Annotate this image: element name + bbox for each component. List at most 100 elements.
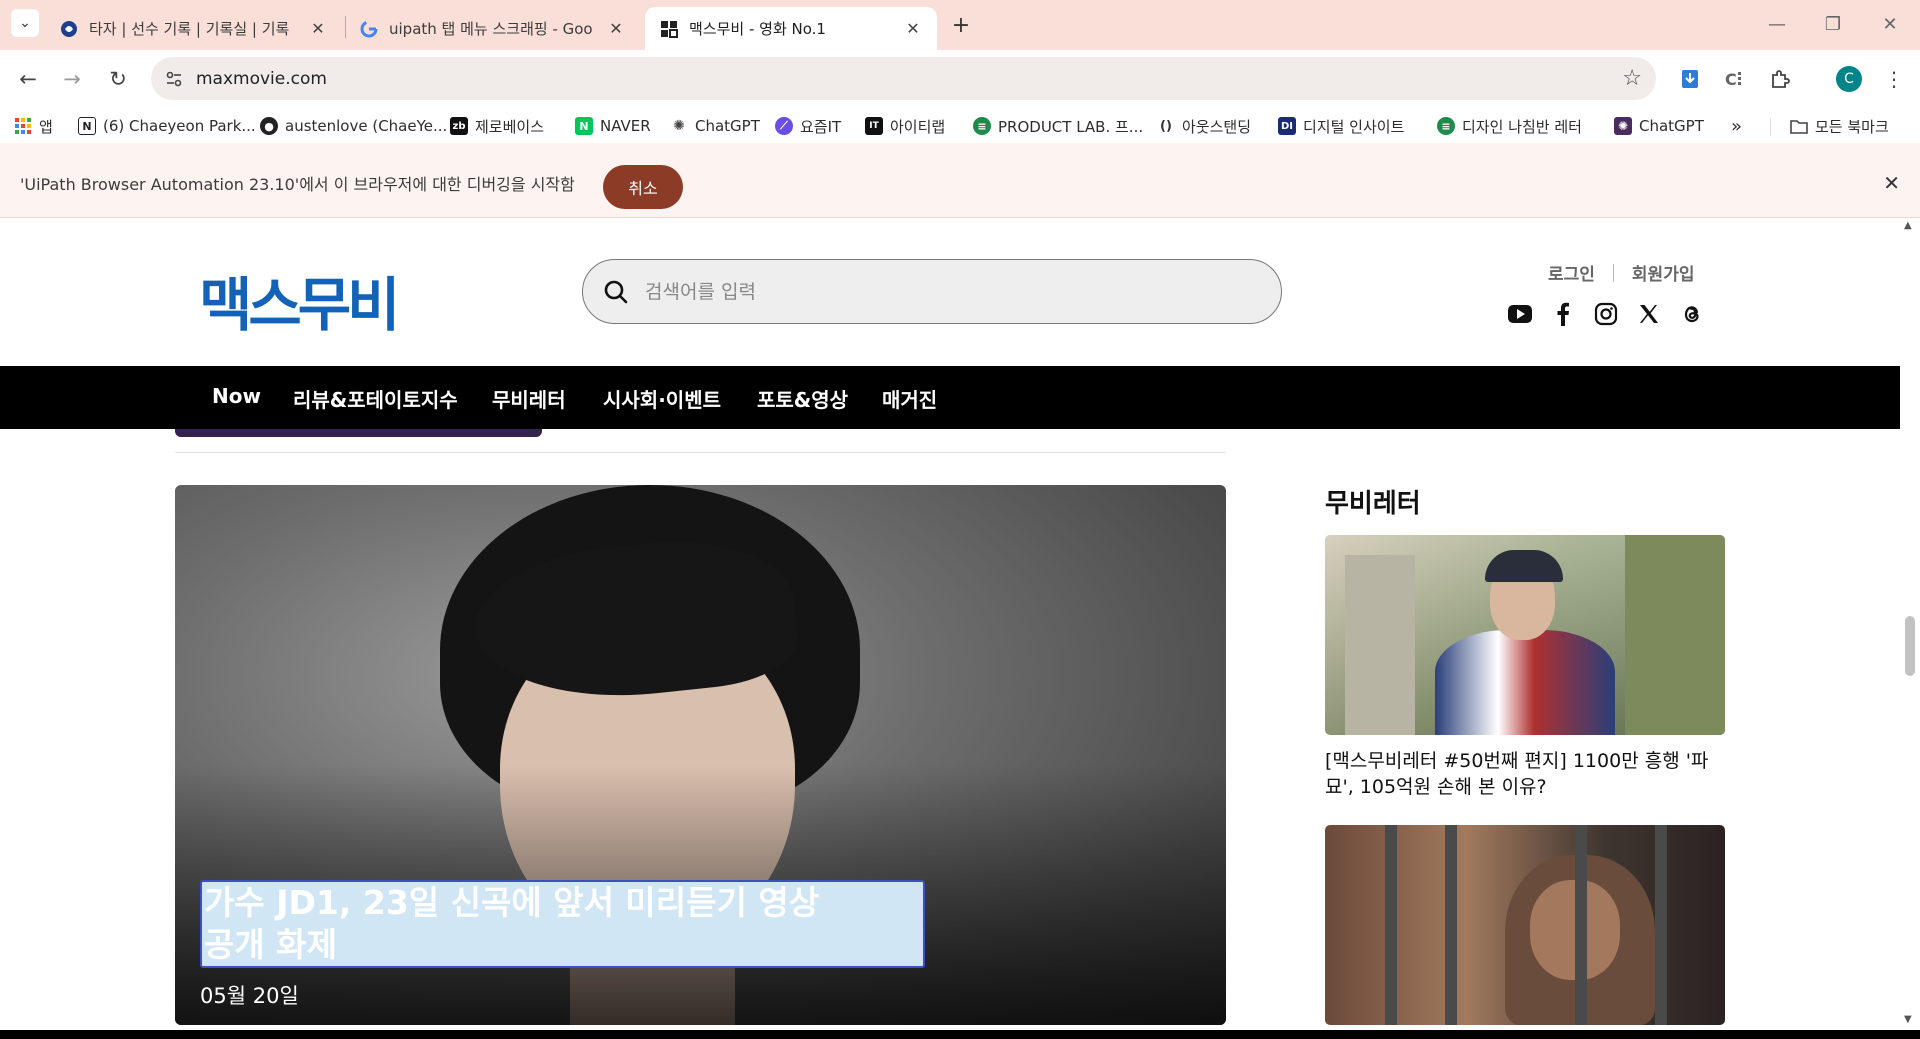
nav-reviews-potato[interactable]: 리뷰&포테이토지수: [293, 384, 458, 413]
scroll-up-icon[interactable]: ▲: [1904, 220, 1912, 231]
tab-search-button[interactable]: ⌄: [11, 9, 39, 37]
bookmark-outstanding[interactable]: () 아웃스탠딩: [1157, 114, 1251, 138]
bookmark-design-compass[interactable]: ≡ 디자인 나침반 레터: [1437, 114, 1582, 138]
site-info-icon[interactable]: [163, 68, 185, 90]
debugging-infobar: 'UiPath Browser Automation 23.10'에서 이 브라…: [0, 143, 1920, 218]
scroll-down-icon[interactable]: ▼: [1904, 1014, 1912, 1025]
bookmark-apps[interactable]: 앱: [14, 114, 53, 138]
hero-headline-selected[interactable]: 가수 JD1, 23일 신곡에 앞서 미리듣기 영상 공개 화제: [200, 880, 925, 968]
nav-now[interactable]: Now: [212, 384, 261, 408]
bookmarks-bar: 앱 N (6) Chaeyeon Park... ● austenlove (C…: [0, 109, 1920, 143]
bookmark-chatgpt[interactable]: ✺ ChatGPT: [670, 114, 760, 138]
bookmarks-divider: [1770, 118, 1771, 136]
login-link[interactable]: 로그인: [1548, 260, 1595, 285]
google-favicon-icon: [359, 19, 379, 39]
nav-movie-letter[interactable]: 무비레터: [492, 384, 566, 413]
signup-link[interactable]: 회원가입: [1632, 260, 1695, 285]
double-chevron-right-icon: »: [1731, 115, 1743, 137]
youtube-icon[interactable]: [1506, 300, 1534, 328]
movie-letter-heading[interactable]: 무비레터: [1325, 483, 1421, 520]
tab-maxmovie[interactable]: 맥스무비 - 영화 No.1 ✕: [645, 7, 937, 50]
arrow-right-icon: →: [63, 67, 81, 91]
bookmark-naver[interactable]: N NAVER: [575, 114, 651, 138]
kebab-menu-icon[interactable]: ⋮: [1880, 65, 1908, 93]
minimize-icon: —: [1768, 13, 1786, 35]
uipath-extension-icon[interactable]: C: [1720, 65, 1748, 93]
tab-google[interactable]: uipath 탭 메뉴 스크래핑 - Goo ✕: [345, 7, 640, 50]
download-icon[interactable]: [1676, 65, 1704, 93]
infobar-message: 'UiPath Browser Automation 23.10'에서 이 브라…: [20, 175, 575, 194]
bookmark-zerobase[interactable]: zb 제로베이스: [450, 114, 544, 138]
yozmit-icon: ⟋: [775, 117, 793, 135]
github-icon: ●: [260, 117, 278, 135]
card-title-line2: 묘', 105억원 손해 본 이유?: [1325, 776, 1547, 798]
cancel-debugging-button[interactable]: 취소: [603, 165, 683, 209]
bookmark-github[interactable]: ● austenlove (ChaeYe...: [260, 114, 447, 138]
new-tab-button[interactable]: +: [948, 12, 974, 38]
reload-button[interactable]: ↻: [103, 64, 133, 94]
forward-button[interactable]: →: [57, 64, 87, 94]
page-scrollbar[interactable]: ▲ ▼: [1900, 218, 1920, 1030]
close-window-button[interactable]: ✕: [1870, 11, 1910, 37]
bookmark-all-folder[interactable]: 모든 북마크: [1790, 114, 1889, 138]
bookmark-label: 앱: [39, 117, 53, 136]
nav-magazine[interactable]: 매거진: [882, 384, 937, 413]
bookmark-label: ChatGPT: [1639, 117, 1704, 135]
movie-letter-card-image-2[interactable]: [1325, 825, 1725, 1025]
tab-title: 맥스무비 - 영화 No.1: [689, 20, 826, 38]
movie-letter-card-title[interactable]: [맥스무비레터 #50번째 편지] 1100만 흥행 '파 묘', 105억원 …: [1325, 748, 1725, 800]
hero-date: 05월 20일: [200, 984, 299, 1008]
instagram-icon[interactable]: [1592, 300, 1620, 328]
site-search-input[interactable]: [645, 274, 1245, 310]
card-image-plants: [1625, 535, 1725, 735]
auth-divider: [1612, 263, 1614, 282]
search-icon[interactable]: [600, 276, 632, 308]
tab-close-icon[interactable]: ✕: [903, 19, 923, 39]
itlab-icon: IT: [865, 117, 883, 135]
threads-icon[interactable]: [1678, 300, 1706, 328]
address-bar[interactable]: maxmovie.com ☆: [151, 57, 1656, 100]
tab-close-icon[interactable]: ✕: [606, 19, 626, 39]
maxmovie-favicon-icon: [659, 19, 679, 39]
bookmark-digital-insight[interactable]: DI 디지털 인사이트: [1278, 114, 1404, 138]
movie-letter-card-image[interactable]: [1325, 535, 1725, 735]
bookmark-itlab[interactable]: IT 아이티랩: [865, 114, 945, 138]
kbo-favicon-icon: [59, 19, 79, 39]
facebook-icon[interactable]: [1549, 300, 1577, 328]
naver-icon: N: [575, 117, 593, 135]
bookmark-star-icon[interactable]: ☆: [1622, 66, 1642, 91]
bookmark-productlab[interactable]: ≡ PRODUCT LAB. 프...: [973, 114, 1143, 138]
back-button[interactable]: ←: [13, 64, 43, 94]
bookmark-label: 모든 북마크: [1815, 117, 1889, 136]
site-logo[interactable]: 맥스무비: [199, 258, 400, 342]
bookmark-label: NAVER: [600, 117, 651, 135]
infobar-close-icon[interactable]: ✕: [1883, 171, 1900, 195]
bookmark-yozmit[interactable]: ⟋ 요즘IT: [775, 114, 841, 138]
tab-close-icon[interactable]: ✕: [308, 19, 328, 39]
close-icon: ✕: [1882, 13, 1898, 35]
apps-grid-icon: [14, 117, 32, 135]
chatgpt-icon: ✺: [1614, 117, 1632, 135]
browser-toolbar: ← → ↻ maxmovie.com ☆ C C ⋮: [0, 50, 1920, 109]
bookmark-label: austenlove (ChaeYe...: [285, 117, 448, 135]
bookmark-notion[interactable]: N (6) Chaeyeon Park...: [78, 114, 256, 138]
scrollbar-thumb[interactable]: [1905, 616, 1915, 676]
hero-article[interactable]: 가수 JD1, 23일 신곡에 앞서 미리듣기 영상 공개 화제 05월 20일: [175, 485, 1226, 1025]
bookmark-chatgpt-2[interactable]: ✺ ChatGPT: [1614, 114, 1704, 138]
extensions-puzzle-icon[interactable]: [1766, 65, 1794, 93]
section-divider: [175, 452, 1226, 453]
bookmark-label: (6) Chaeyeon Park...: [103, 117, 256, 135]
nav-screening-events[interactable]: 시사회·이벤트: [603, 384, 721, 413]
nav-photo-video[interactable]: 포토&영상: [757, 384, 848, 413]
card-image-bar: [1655, 825, 1667, 1025]
x-icon[interactable]: [1635, 300, 1663, 328]
hero-headline-line1: 가수 JD1, 23일 신곡에 앞서 미리듣기 영상: [204, 883, 820, 922]
minimize-button[interactable]: —: [1757, 11, 1797, 37]
productlab-icon: ≡: [973, 117, 991, 135]
tab-baseball[interactable]: 타자 | 선수 기록 | 기록실 | 기록 ✕: [45, 7, 342, 50]
url-text: maxmovie.com: [196, 69, 327, 89]
restore-button[interactable]: ❐: [1813, 11, 1853, 37]
chatgpt-icon: ✺: [673, 118, 685, 134]
profile-avatar[interactable]: C: [1836, 66, 1862, 92]
bookmarks-overflow-button[interactable]: »: [1731, 114, 1742, 138]
